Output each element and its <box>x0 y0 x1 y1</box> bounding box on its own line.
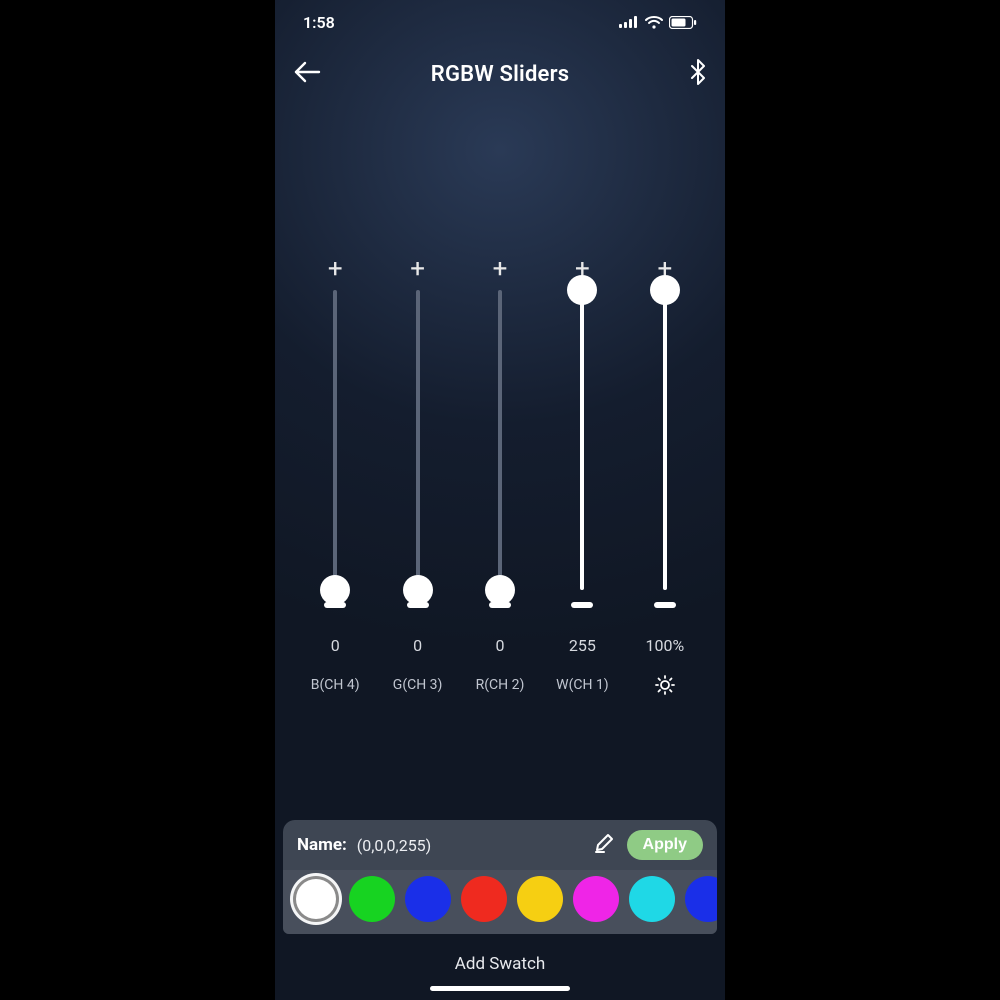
brightness-icon <box>655 674 675 696</box>
swatch-4[interactable] <box>517 876 563 922</box>
page-title: RGBW Sliders <box>431 62 569 87</box>
name-row: Name: (0,0,0,255) Apply <box>283 820 717 870</box>
slider-value: 0 <box>496 636 505 658</box>
name-value: (0,0,0,255) <box>357 836 431 855</box>
slider-track-fill <box>663 290 667 590</box>
swatch-3[interactable] <box>461 876 507 922</box>
home-indicator[interactable] <box>430 986 570 991</box>
slider-thumb[interactable] <box>650 275 680 305</box>
slider-column-4: +100% <box>629 254 701 790</box>
phone-frame: 1:58 RGBW Sliders +0B(CH 4)+0G(C <box>275 0 725 1000</box>
back-button[interactable] <box>293 60 333 88</box>
cellular-signal-icon <box>619 16 639 28</box>
slider-track-fill <box>580 290 584 590</box>
slider-label: W(CH 1) <box>556 674 609 696</box>
edit-name-button[interactable] <box>591 832 617 858</box>
slider-label: B(CH 4) <box>311 674 360 696</box>
slider-minus-button[interactable] <box>571 602 593 608</box>
slider-track[interactable] <box>464 290 536 590</box>
slider-track-bg <box>416 290 420 590</box>
slider-track-bg <box>498 290 502 590</box>
swatch-0[interactable] <box>293 876 339 922</box>
apply-button[interactable]: Apply <box>627 830 703 860</box>
nav-bar: RGBW Sliders <box>275 44 725 104</box>
slider-thumb[interactable] <box>485 575 515 605</box>
slider-column-3: +255W(CH 1) <box>546 254 618 790</box>
wifi-icon <box>645 16 663 29</box>
swatch-2[interactable] <box>405 876 451 922</box>
slider-value: 100% <box>645 636 684 658</box>
slider-track[interactable] <box>546 290 618 590</box>
slider-plus-button[interactable]: + <box>493 254 508 284</box>
slider-thumb[interactable] <box>403 575 433 605</box>
slider-label: G(CH 3) <box>393 674 443 696</box>
swatch-row[interactable] <box>283 870 717 934</box>
arrow-left-icon <box>293 60 321 88</box>
slider-thumb[interactable] <box>320 575 350 605</box>
status-time: 1:58 <box>303 13 335 32</box>
slider-track-bg <box>333 290 337 590</box>
sliders-container: +0B(CH 4)+0G(CH 3)+0R(CH 2)+255W(CH 1)+1… <box>275 104 725 790</box>
slider-thumb[interactable] <box>567 275 597 305</box>
status-right <box>619 16 697 29</box>
name-label: Name: <box>297 835 347 855</box>
slider-plus-button[interactable]: + <box>410 254 425 284</box>
slider-label: R(CH 2) <box>476 674 525 696</box>
slider-value: 0 <box>331 636 340 658</box>
battery-icon <box>669 16 697 29</box>
swatch-1[interactable] <box>349 876 395 922</box>
slider-track[interactable] <box>381 290 453 590</box>
slider-track[interactable] <box>629 290 701 590</box>
bluetooth-button[interactable] <box>667 59 707 89</box>
swatch-6[interactable] <box>629 876 675 922</box>
slider-minus-button[interactable] <box>654 602 676 608</box>
status-bar: 1:58 <box>275 0 725 44</box>
slider-plus-button[interactable]: + <box>328 254 343 284</box>
swatch-5[interactable] <box>573 876 619 922</box>
bluetooth-icon <box>689 59 707 89</box>
slider-value: 0 <box>413 636 422 658</box>
slider-column-1: +0 G(CH 3) <box>381 254 453 790</box>
edit-icon <box>593 832 615 858</box>
bottom-panel: Name: (0,0,0,255) Apply <box>283 820 717 934</box>
slider-track[interactable] <box>299 290 371 590</box>
slider-value: 255 <box>569 636 596 658</box>
slider-column-0: +0 B(CH 4) <box>299 254 371 790</box>
swatch-7[interactable] <box>685 876 717 922</box>
slider-column-2: +0 R(CH 2) <box>464 254 536 790</box>
